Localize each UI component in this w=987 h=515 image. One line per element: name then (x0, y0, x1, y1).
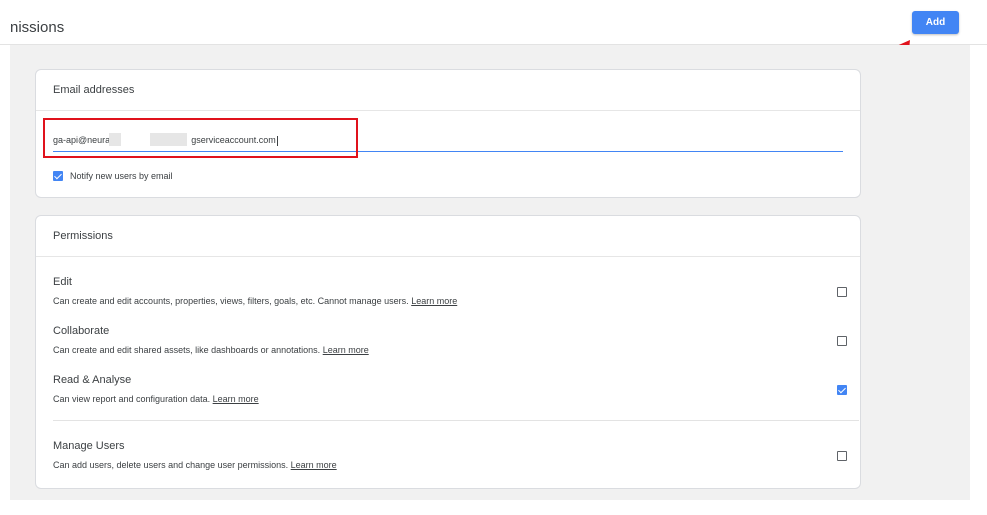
main-content: Email addresses ga-api@neura gserviceacco… (10, 45, 970, 500)
permissions-card-title: Permissions (36, 216, 860, 257)
permission-description-text: Can create and edit accounts, properties… (53, 296, 409, 306)
page-title: nissions (10, 19, 65, 36)
notify-label: Notify new users by email (70, 171, 173, 181)
permission-name: Collaborate (53, 325, 110, 337)
manage-users-checkbox[interactable] (837, 451, 847, 461)
permission-name: Edit (53, 276, 72, 288)
permission-name: Manage Users (53, 440, 125, 452)
email-addresses-card: Email addresses ga-api@neura gserviceacco… (35, 69, 861, 198)
notify-users-option[interactable]: Notify new users by email (53, 171, 173, 181)
permission-description: Can create and edit accounts, properties… (53, 296, 860, 306)
read-analyse-checkbox[interactable] (837, 385, 847, 395)
divider (53, 420, 859, 421)
email-card-title: Email addresses (36, 70, 860, 111)
learn-more-link[interactable]: Learn more (323, 345, 369, 355)
permission-description: Can create and edit shared assets, like … (53, 345, 860, 355)
permission-description: Can view report and configuration data. … (53, 394, 860, 404)
permission-description-text: Can create and edit shared assets, like … (53, 345, 321, 355)
permission-collaborate: Collaborate Can create and edit shared a… (53, 325, 860, 355)
permissions-card: Permissions Edit Can create and edit acc… (35, 215, 861, 489)
top-bar: nissions Add (0, 0, 987, 45)
notify-checkbox[interactable] (53, 171, 63, 181)
permission-read-analyse: Read & Analyse Can view report and confi… (53, 374, 860, 404)
learn-more-link[interactable]: Learn more (411, 296, 457, 306)
permission-description-text: Can add users, delete users and change u… (53, 460, 289, 470)
red-highlight-annotation (43, 118, 358, 158)
add-button[interactable]: Add (912, 11, 959, 34)
permission-manage-users: Manage Users Can add users, delete users… (53, 440, 860, 470)
permission-name: Read & Analyse (53, 374, 132, 386)
collaborate-checkbox[interactable] (837, 336, 847, 346)
permission-description-text: Can view report and configuration data. (53, 394, 211, 404)
permission-edit: Edit Can create and edit accounts, prope… (53, 276, 860, 306)
learn-more-link[interactable]: Learn more (213, 394, 259, 404)
edit-checkbox[interactable] (837, 287, 847, 297)
permission-description: Can add users, delete users and change u… (53, 460, 860, 470)
learn-more-link[interactable]: Learn more (291, 460, 337, 470)
